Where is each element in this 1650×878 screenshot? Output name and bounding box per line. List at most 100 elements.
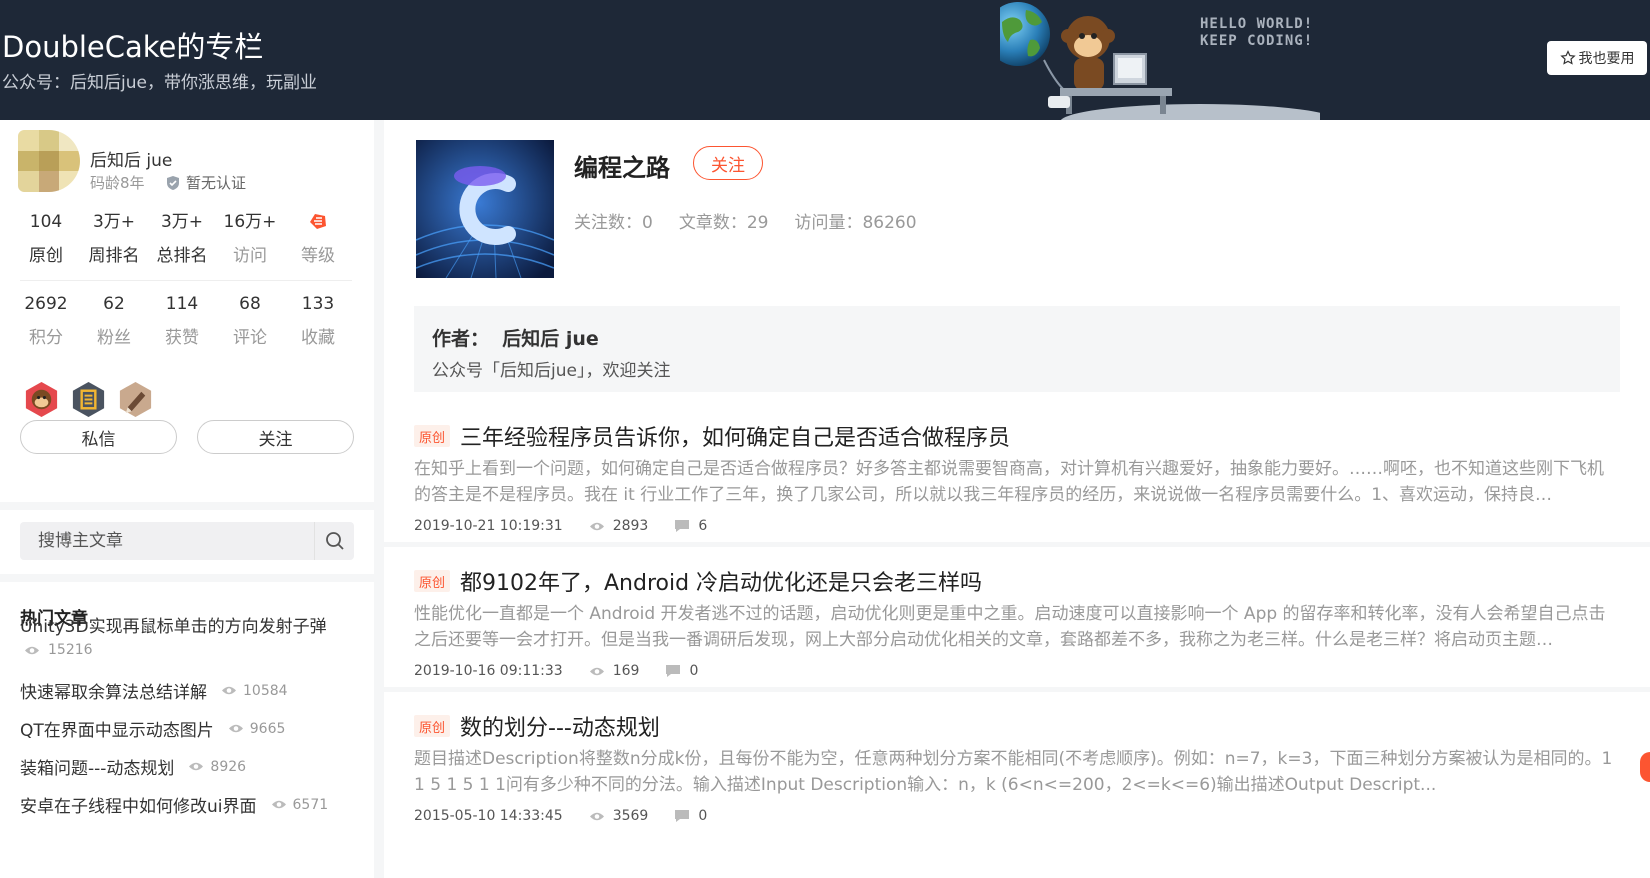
article-excerpt: 性能优化一直都是一个 Android 开发者逃不过的话题，启动优化则更是重中之重… [414, 604, 1606, 650]
avatar[interactable] [18, 130, 80, 192]
hot-article-views: 9665 [228, 721, 285, 737]
article-item[interactable]: 原创 三年经验程序员告诉你，如何确定自己是否适合做程序员 在知乎上看到一个问题，如… [384, 402, 1650, 542]
certification-label: 暂无认证 [186, 174, 247, 192]
level-icon [310, 214, 326, 229]
eye-icon [271, 800, 286, 809]
author-line: 作者： 后知后 jue [432, 324, 599, 351]
author-description: 公众号「后知后jue」，欢迎关注 [432, 361, 671, 381]
banner-text: HELLO WORLD! KEEP CODING! [1200, 16, 1314, 49]
pencil-badge-icon[interactable] [116, 380, 155, 419]
use-template-button[interactable]: 我也要用 [1547, 41, 1647, 75]
stats-row-primary: 104 原创 3万+ 周排名 3万+ 总排名 16万+ 访问 等级 [12, 210, 352, 266]
article-excerpt: 题目描述Description将整数n分成k份，且每份不能为空，任意两种划分方案… [414, 749, 1613, 795]
stat-fans[interactable]: 62 粉丝 [80, 292, 148, 348]
article-date: 2019-10-21 10:19:31 [414, 518, 563, 534]
hot-article-views: 10584 [221, 683, 288, 699]
blog-header: DoubleCake的专栏 公众号：后知后jue，带你涨思维，玩副业 HELLO… [0, 0, 1650, 120]
column-info-card: 编程之路 关注 关注数：0 文章数：29 访问量：86260 作者： 后知后 j… [384, 120, 1650, 416]
eye-icon [589, 667, 604, 675]
stats-row-secondary: 2692 积分 62 粉丝 114 获赞 68 评论 133 收藏 [12, 292, 352, 348]
comment-icon [675, 520, 690, 532]
hot-article-item[interactable]: QT在界面中显示动态图片 9665 [20, 716, 285, 742]
hot-article-title[interactable]: 安卓在子线程中如何修改ui界面 [20, 792, 257, 817]
column-followers: 关注数：0 [574, 213, 653, 233]
article-date: 2019-10-16 09:11:33 [414, 663, 563, 679]
hot-article-views: 15216 [24, 642, 93, 658]
badges [22, 380, 155, 419]
hot-article-item[interactable]: Unity3D实现再鼠标单击的方向发射子弹 [20, 612, 327, 637]
article-header: 原创 三年经验程序员告诉你，如何确定自己是否适合做程序员 [414, 420, 1010, 452]
article-title[interactable]: 都9102年了，Android 冷启动优化还是只会老三样吗 [460, 565, 982, 597]
column-stats: 关注数：0 文章数：29 访问量：86260 [574, 208, 917, 233]
hot-article-title[interactable]: 快速幂取余算法总结详解 [20, 678, 207, 703]
article-comments[interactable]: 0 [674, 808, 707, 824]
article-header: 原创 数的划分---动态规划 [414, 710, 660, 742]
search-icon [325, 532, 344, 550]
stat-points: 2692 积分 [24, 294, 68, 348]
original-tag: 原创 [414, 425, 450, 447]
hot-article-title[interactable]: QT在界面中显示动态图片 [20, 716, 214, 741]
eye-icon [589, 522, 604, 530]
column-cover-image [416, 140, 554, 278]
hot-article-views: 8926 [188, 759, 246, 775]
article-item[interactable]: 原创 数的划分---动态规划 题目描述Description将整数n分成k份，且每… [384, 692, 1650, 878]
author-name[interactable]: 后知后 jue [502, 328, 599, 350]
monkey-badge-icon[interactable] [22, 380, 61, 419]
article-meta: 2019-10-21 10:19:31 2893 6 [414, 518, 707, 534]
eye-icon [589, 812, 604, 820]
article-title[interactable]: 三年经验程序员告诉你，如何确定自己是否适合做程序员 [460, 420, 1010, 452]
hot-article-views: 6571 [271, 797, 328, 813]
blog-subtitle: 公众号：后知后jue，带你涨思维，玩副业 [2, 73, 317, 93]
article-views: 169 [589, 663, 639, 679]
hot-article-item[interactable]: 快速幂取余算法总结详解 10584 [20, 678, 288, 704]
floating-toolbar-handle[interactable] [1640, 752, 1650, 782]
column-article-count: 文章数：29 [678, 213, 769, 233]
article-excerpt: 在知乎上看到一个问题，如何确定自己是否适合做程序员？好多答主都说需要智商高，对计… [414, 459, 1604, 505]
persistence-badge-icon[interactable] [69, 380, 108, 419]
shield-icon [167, 175, 179, 190]
stat-comments: 68 评论 [233, 294, 267, 348]
stat-favorites: 133 收藏 [301, 294, 335, 348]
article-meta: 2019-10-16 09:11:33 169 0 [414, 663, 698, 679]
search-button[interactable] [314, 522, 354, 560]
search-card [0, 510, 374, 574]
stat-visits: 16万+ 访问 [223, 212, 277, 266]
code-age: 码龄8年 [90, 174, 145, 192]
stat-original[interactable]: 104 原创 [12, 210, 80, 266]
original-tag: 原创 [414, 715, 450, 737]
eye-icon [189, 762, 204, 771]
article-meta: 2015-05-10 14:33:45 3569 0 [414, 808, 707, 824]
hot-article-title[interactable]: Unity3D实现再鼠标单击的方向发射子弹 [20, 612, 327, 637]
eye-icon [228, 724, 243, 733]
star-icon [1559, 50, 1576, 65]
column-visits: 访问量：86260 [794, 213, 917, 233]
comment-icon [675, 810, 690, 822]
hot-article-item[interactable]: 安卓在子线程中如何修改ui界面 6571 [20, 792, 328, 818]
stat-likes: 114 获赞 [165, 294, 199, 348]
comment-icon [666, 665, 681, 677]
hot-article-item[interactable]: 装箱问题---动态规划 8926 [20, 754, 246, 780]
article-date: 2015-05-10 14:33:45 [414, 808, 563, 824]
message-button[interactable]: 私信 [20, 420, 177, 454]
author-label: 作者： [432, 328, 490, 350]
article-comments[interactable]: 0 [665, 663, 698, 679]
hot-article-title[interactable]: 装箱问题---动态规划 [20, 754, 174, 779]
profile-actions: 私信 关注 [20, 420, 354, 454]
stats-divider [20, 280, 352, 281]
stat-level[interactable]: 等级 [284, 210, 352, 266]
article-item[interactable]: 原创 都9102年了，Android 冷启动优化还是只会老三样吗 性能优化一直都是… [384, 547, 1650, 687]
eye-icon [222, 686, 236, 695]
article-comments[interactable]: 6 [674, 518, 707, 534]
search-input[interactable] [20, 522, 314, 560]
search-box [20, 522, 354, 560]
certification-status: 暂无认证 [166, 172, 246, 193]
article-title[interactable]: 数的划分---动态规划 [460, 710, 660, 742]
follow-user-button[interactable]: 关注 [197, 420, 354, 454]
blog-title[interactable]: DoubleCake的专栏 [2, 24, 263, 66]
stat-weekly-rank[interactable]: 3万+ 周排名 [80, 210, 148, 266]
stat-total-rank[interactable]: 3万+ 总排名 [148, 210, 216, 266]
author-box: 作者： 后知后 jue 公众号「后知后jue」，欢迎关注 [414, 306, 1620, 392]
article-views: 2893 [589, 518, 648, 534]
username[interactable]: 后知后 jue [90, 146, 172, 171]
follow-column-button[interactable]: 关注 [693, 146, 763, 180]
